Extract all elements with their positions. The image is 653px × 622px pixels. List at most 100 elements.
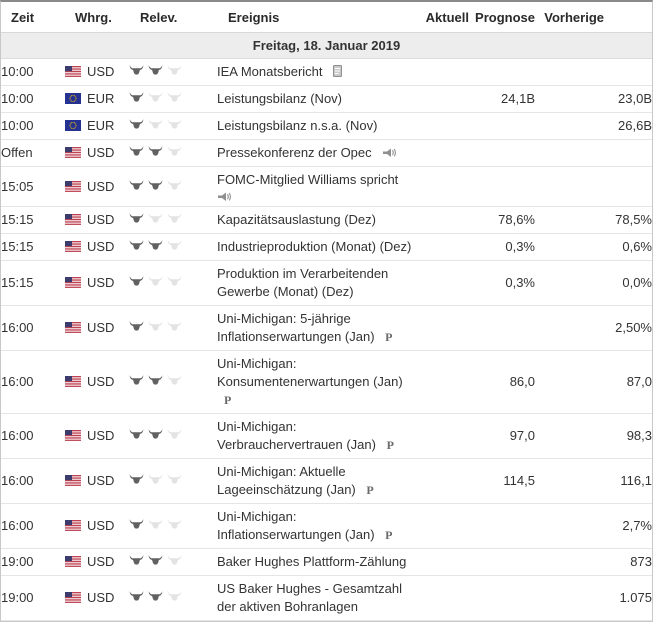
event-actual [417,504,469,549]
event-currency: USD [65,306,129,351]
event-row[interactable]: 15:05 USD FOMC-Mitglied Williams spricht [1,167,652,207]
event-name[interactable]: Uni-Michigan: 5-jährige Inflationserwart… [217,311,375,344]
event-name[interactable]: US Baker Hughes - Gesamtzahl der aktiven… [217,581,402,614]
event-name[interactable]: IEA Monatsbericht [217,64,323,79]
event-time: 15:15 [1,207,65,234]
bull-icon [129,555,144,566]
event-name[interactable]: Leistungsbilanz n.s.a. (Nov) [217,118,377,133]
speech-icon [217,192,417,202]
event-name[interactable]: Baker Hughes Plattform-Zählung [217,554,406,569]
preliminary-marker: P [385,330,392,344]
event-name[interactable]: Pressekonferenz der Opec [217,145,372,160]
report-icon[interactable] [333,65,343,77]
bull-icon [167,474,182,485]
event-name[interactable]: FOMC-Mitglied Williams spricht [217,172,398,187]
event-name-cell: Uni-Michigan: Inflationserwartungen (Jan… [217,504,417,549]
bull-icon [129,591,144,602]
event-row[interactable]: 19:00 USD US Baker Hughes - Gesamtzahl d… [1,576,652,621]
bull-icon [148,119,163,130]
bull-icon [129,180,144,191]
event-relevance [129,549,217,576]
event-relevance [129,414,217,459]
event-row[interactable]: 15:15 USD Kapazitätsauslastung (Dez) 78,… [1,207,652,234]
event-row[interactable]: 10:00 EUR Leistungsbilanz (Nov) 24,1B 23… [1,86,652,113]
event-name[interactable]: Uni-Michigan: Konsumentenerwartungen (Ja… [217,356,403,389]
event-actual [417,86,469,113]
event-currency: USD [65,207,129,234]
event-actual [417,207,469,234]
bull-icon [129,65,144,76]
us-flag-icon [65,520,81,531]
event-time: 16:00 [1,306,65,351]
event-forecast [469,167,535,207]
eu-flag-icon [65,93,81,104]
event-actual [417,306,469,351]
event-row[interactable]: 16:00 USD Uni-Michigan: Inflationserwart… [1,504,652,549]
event-row[interactable]: 10:00 EUR Leistungsbilanz n.s.a. (Nov) 2… [1,113,652,140]
event-name-cell: US Baker Hughes - Gesamtzahl der aktiven… [217,576,417,621]
bull-icon [129,321,144,332]
event-time: Offen [1,140,65,167]
event-time: 16:00 [1,459,65,504]
event-name-cell: Kapazitätsauslastung (Dez) [217,207,417,234]
event-name[interactable]: Produktion im Verarbeitenden Gewerbe (Mo… [217,266,388,299]
event-actual [417,59,469,86]
currency-code: USD [87,472,114,490]
event-name-cell: Industrieproduktion (Monat) (Dez) [217,234,417,261]
event-row[interactable]: Offen USD Pressekonferenz der Opec [1,140,652,167]
event-name[interactable]: Uni-Michigan: Verbrauchervertrauen (Jan) [217,419,376,452]
event-row[interactable]: 15:15 USD Produktion im Verarbeitenden G… [1,261,652,306]
bull-icon [167,429,182,440]
event-previous: 23,0B [535,86,652,113]
event-previous [535,59,652,86]
currency-code: EUR [87,90,114,108]
preliminary-marker: P [224,393,231,407]
event-forecast [469,306,535,351]
event-name[interactable]: Leistungsbilanz (Nov) [217,91,342,106]
currency-code: USD [87,63,114,81]
us-flag-icon [65,147,81,158]
bull-icon [129,375,144,386]
bull-icon [148,92,163,103]
event-time: 16:00 [1,351,65,414]
column-header-whrg: Whrg. [65,2,129,33]
event-name[interactable]: Uni-Michigan: Aktuelle Lageeinschätzung … [217,464,356,497]
event-actual [417,234,469,261]
event-row[interactable]: 10:00 USD IEA Monatsbericht [1,59,652,86]
event-name-cell: Leistungsbilanz (Nov) [217,86,417,113]
event-row[interactable]: 19:00 USD Baker Hughes Plattform-Zählung… [1,549,652,576]
bull-icon [129,519,144,530]
currency-code: USD [87,211,114,229]
event-currency: USD [65,167,129,207]
event-name[interactable]: Uni-Michigan: Inflationserwartungen (Jan… [217,509,375,542]
speech-icon [382,148,396,158]
bull-icon [129,146,144,157]
date-header: Freitag, 18. Januar 2019 [1,33,652,59]
bull-icon [148,429,163,440]
event-relevance [129,140,217,167]
bull-icon [167,321,182,332]
event-name[interactable]: Industrieproduktion (Monat) (Dez) [217,239,411,254]
event-row[interactable]: 16:00 USD Uni-Michigan: Verbrauchervertr… [1,414,652,459]
event-previous: 78,5% [535,207,652,234]
bull-icon [129,429,144,440]
event-currency: USD [65,59,129,86]
event-relevance [129,59,217,86]
event-forecast: 24,1B [469,86,535,113]
event-forecast [469,549,535,576]
us-flag-icon [65,430,81,441]
event-row[interactable]: 16:00 USD Uni-Michigan: Aktuelle Lageein… [1,459,652,504]
event-forecast: 114,5 [469,459,535,504]
event-row[interactable]: 16:00 USD Uni-Michigan: Konsumentenerwar… [1,351,652,414]
event-row[interactable]: 15:15 USD Industrieproduktion (Monat) (D… [1,234,652,261]
event-rows: 10:00 USD IEA Monatsbericht [1,59,652,621]
event-previous: 26,6B [535,113,652,140]
us-flag-icon [65,376,81,387]
column-header-zeit: Zeit [1,2,65,33]
event-name[interactable]: Kapazitätsauslastung (Dez) [217,212,376,227]
event-row[interactable]: 16:00 USD Uni-Michigan: 5-jährige Inflat… [1,306,652,351]
event-relevance [129,234,217,261]
bull-icon [148,240,163,251]
bull-icon [167,276,182,287]
currency-code: USD [87,274,114,292]
